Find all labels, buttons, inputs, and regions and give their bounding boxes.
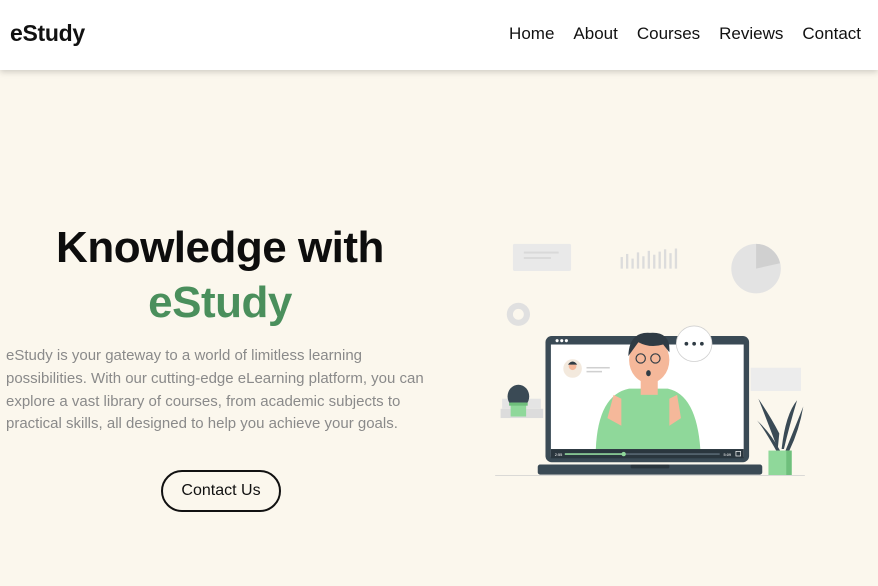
nav-contact-link[interactable]: Contact (802, 24, 861, 44)
hero-section: Knowledge with eStudy eStudy is your gat… (0, 70, 878, 586)
hero-title-line1: Knowledge with (56, 223, 384, 272)
donut-decor (506, 302, 530, 326)
online-learning-illustration: 2:55 5:09 (495, 243, 805, 476)
video-current-time: 2:55 (555, 452, 563, 457)
speech-bubble (675, 325, 713, 362)
message-card-decor (750, 367, 801, 391)
contact-us-button[interactable]: Contact Us (161, 470, 281, 512)
video-total-time: 5:09 (724, 452, 732, 457)
hero-description: eStudy is your gateway to a world of lim… (6, 347, 424, 433)
site-logo[interactable]: eStudy (10, 20, 85, 47)
nav-reviews-link[interactable]: Reviews (719, 24, 783, 44)
video-controls: 2:55 5:09 (550, 449, 744, 459)
navbar: eStudy Home About Courses Reviews Contac… (0, 0, 878, 70)
hero-title: Knowledge with eStudy (10, 220, 430, 330)
video-progress-handle[interactable] (621, 451, 626, 457)
pie-chart-decor (731, 243, 781, 294)
nav-about-link[interactable]: About (573, 24, 617, 44)
main-nav: Home About Courses Reviews Contact (509, 24, 861, 44)
potted-plant (756, 398, 804, 476)
cactus-plant (507, 384, 530, 417)
bar-chart-decor (620, 248, 678, 269)
nav-home-link[interactable]: Home (509, 24, 554, 44)
nav-courses-link[interactable]: Courses (637, 24, 700, 44)
hero-title-brand: eStudy (148, 278, 292, 327)
video-progress-fill (564, 453, 624, 455)
